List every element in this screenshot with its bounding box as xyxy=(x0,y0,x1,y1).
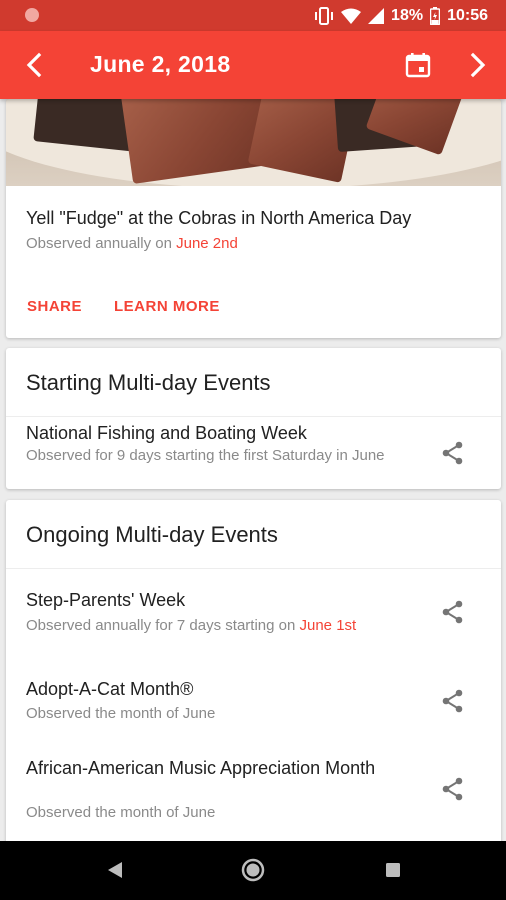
starting-events-card: Starting Multi-day Events National Fishi… xyxy=(6,348,501,489)
event-photo xyxy=(6,99,501,186)
event-date: June 1st xyxy=(299,617,357,634)
navigation-bar xyxy=(0,841,506,900)
event-subtitle: Observed annually on June 2nd xyxy=(26,235,238,252)
share-icon[interactable] xyxy=(440,440,466,466)
wifi-icon xyxy=(341,8,362,24)
section-heading-ongoing: Ongoing Multi-day Events xyxy=(26,522,278,547)
signal-icon xyxy=(368,7,385,24)
battery-text: 18% xyxy=(391,6,424,24)
nav-recents-icon[interactable] xyxy=(378,855,408,885)
ongoing-events-card: Ongoing Multi-day Events Step-Parents' W… xyxy=(6,500,501,841)
event-name: African-American Music Appreciation Mont… xyxy=(26,758,376,778)
back-arrow-icon[interactable] xyxy=(20,50,50,80)
event-description: Observed the month of June xyxy=(26,705,216,722)
status-bar: 18% 10:56 xyxy=(0,0,506,31)
calendar-icon[interactable] xyxy=(403,50,433,80)
featured-event-card: Yell "Fudge" at the Cobras in North Amer… xyxy=(6,99,501,338)
app-bar: June 2, 2018 xyxy=(0,31,506,99)
battery-charging-icon xyxy=(430,6,441,25)
events-list[interactable]: Yell "Fudge" at the Cobras in North Amer… xyxy=(0,99,506,841)
event-name: Adopt-A-Cat Month® xyxy=(26,679,194,699)
share-icon[interactable] xyxy=(440,599,466,625)
event-name: Step-Parents' Week xyxy=(26,590,186,610)
event-description: Observed for 9 days starting the first S… xyxy=(26,447,385,464)
page-title: June 2, 2018 xyxy=(90,51,231,77)
event-name: National Fishing and Boating Week xyxy=(26,423,307,443)
learn-more-button[interactable]: LEARN MORE xyxy=(114,298,220,315)
share-icon[interactable] xyxy=(440,688,466,714)
share-icon[interactable] xyxy=(440,776,466,802)
divider xyxy=(6,416,501,417)
section-heading-starting: Starting Multi-day Events xyxy=(26,370,271,395)
clock-text: 10:56 xyxy=(447,6,488,24)
nav-back-icon[interactable] xyxy=(100,855,130,885)
vibrate-icon xyxy=(314,6,334,25)
event-date: June 2nd xyxy=(176,235,238,252)
nav-home-icon[interactable] xyxy=(238,855,268,885)
event-description: Observed the month of June xyxy=(26,804,216,821)
event-description: Observed annually for 7 days starting on… xyxy=(26,617,357,634)
event-title: Yell "Fudge" at the Cobras in North Amer… xyxy=(26,208,412,228)
forward-arrow-icon[interactable] xyxy=(462,50,492,80)
notification-dot-icon xyxy=(25,8,39,22)
share-button[interactable]: SHARE xyxy=(27,298,82,315)
divider xyxy=(6,568,501,569)
